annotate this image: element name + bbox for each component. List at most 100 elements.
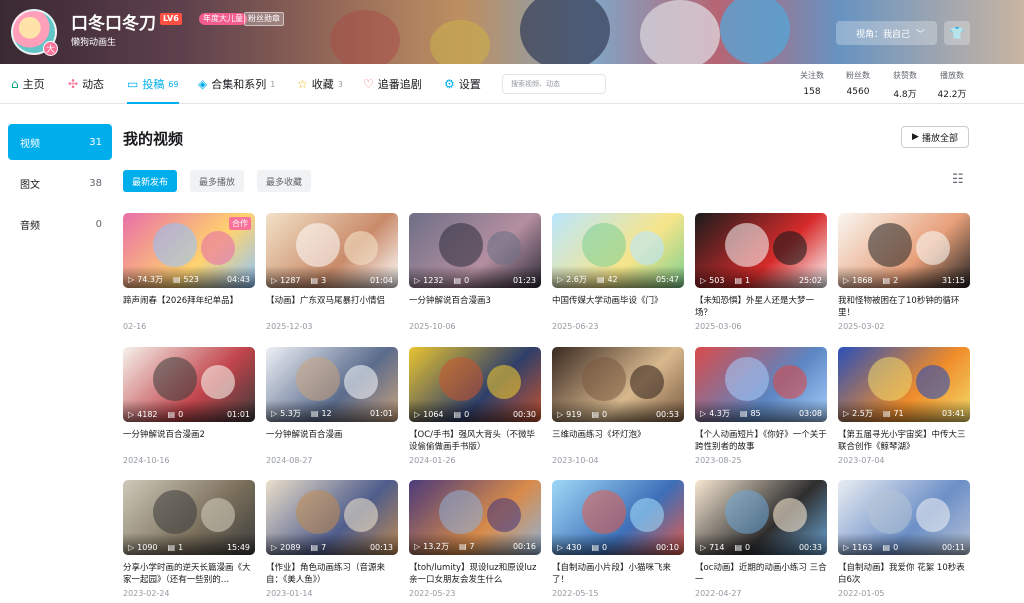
stat-value: 4.8万 xyxy=(893,90,917,100)
video-thumbnail[interactable]: ▷ 919 ▤ 0 00:53 xyxy=(552,347,684,422)
search-input[interactable]: 搜索视频、动态 xyxy=(502,74,606,94)
tab-label: 追番追剧 xyxy=(377,78,422,91)
video-card[interactable]: ▷ 1232 ▤ 0 01:23 一分钟解说百合漫画3 2025-10-06 xyxy=(409,213,541,331)
video-card[interactable]: ▷ 1163 ▤ 0 00:11 【自制动画】我爱你 花絮 10秒表白6次 2022-01-… xyxy=(838,480,970,598)
tab-dynamic[interactable]: ✣ 动态 xyxy=(68,64,104,104)
video-title[interactable]: 一分钟解说百合漫画 xyxy=(266,429,398,453)
play-all-button[interactable]: ▶ 播放全部 xyxy=(901,126,969,148)
video-title[interactable]: 【toh/lumity】现设luz和原设luz亲一口女朋友会发生什么 xyxy=(409,562,541,586)
video-card[interactable]: ▷ 714 ▤ 0 00:33 【oc动画】近期的动画小练习 三合一 2022-04-27 xyxy=(695,480,827,598)
comment-count-icon: ▤ xyxy=(734,543,742,552)
video-card[interactable]: ▷ 430 ▤ 0 00:10 【自制动画小片段】小猫咪飞来了！ 2022-05-15 xyxy=(552,480,684,598)
comment-count-icon: ▤ xyxy=(882,409,891,418)
sidebar-item-article[interactable]: 图文 38 xyxy=(8,165,112,201)
stat-following[interactable]: 关注数 158 xyxy=(792,70,832,97)
tab-bangumi[interactable]: ♡ 追番追剧 xyxy=(363,64,422,104)
video-thumbnail[interactable]: ▷ 1163 ▤ 0 00:11 xyxy=(838,480,970,555)
sidebar-item-video[interactable]: 视频 31 xyxy=(8,124,112,160)
video-title[interactable]: 【自制动画】我爱你 花絮 10秒表白6次 xyxy=(838,562,970,586)
play-count-icon: ▷ xyxy=(414,276,421,285)
video-card[interactable]: ▷ 919 ▤ 0 00:53 三维动画练习《坏灯泡》 2023-10-04 xyxy=(552,347,684,465)
video-thumbnail[interactable]: ▷ 2.6万 ▤ 42 05:47 xyxy=(552,213,684,288)
thumbnail-art xyxy=(296,490,340,534)
video-title[interactable]: 中国传媒大学动画毕设《门》 xyxy=(552,295,684,319)
thumbnail-art xyxy=(725,223,769,267)
video-thumbnail[interactable]: ▷ 1090 ▤ 1 15:49 xyxy=(123,480,255,555)
video-thumbnail[interactable]: ▷ 4182 ▤ 0 01:01 xyxy=(123,347,255,422)
video-card[interactable]: ▷ 1064 ▤ 0 00:30 【OC/手书】强风大背头（不微毕设偷偷做画手书版） 202… xyxy=(409,347,541,465)
video-thumbnail[interactable]: ▷ 13.2万 ▤ 7 00:16 xyxy=(409,480,541,555)
vip-badge[interactable]: 年度大儿童 xyxy=(199,13,247,25)
sidebar-item-audio[interactable]: 音频 0 xyxy=(8,206,112,242)
fans-medal-badge[interactable]: 粉丝勋章 xyxy=(244,12,284,26)
view-select[interactable]: 视角：我自己 ﹀ xyxy=(836,21,937,45)
thumbnail-art xyxy=(630,365,664,399)
video-date: 2022-05-23 xyxy=(409,589,456,598)
video-card[interactable]: ▷ 2.6万 ▤ 42 05:47 中国传媒大学动画毕设《门》 2025-06-23 xyxy=(552,213,684,331)
video-duration: 25:02 xyxy=(798,276,822,285)
video-card[interactable]: ▷ 1287 ▤ 3 01:04 【动画】广东双马尾暴打小情侣 2025-12-03 xyxy=(266,213,398,331)
video-card[interactable]: ▷ 503 ▤ 1 25:02 【未知恐惧】外星人还是大梦一场？ 2025-03-06 xyxy=(695,213,827,331)
video-title[interactable]: 【oc动画】近期的动画小练习 三合一 xyxy=(695,562,827,586)
video-card[interactable]: ▷ 1868 ▤ 2 31:15 我和怪物被困在了10秒钟的循环里！ 2025-03-02 xyxy=(838,213,970,331)
sort-most-favorited-button[interactable]: 最多收藏 xyxy=(257,170,312,192)
video-card[interactable]: ▷ 4.3万 ▤ 85 03:08 【个人动画短片】《你好》一个关于跨性别者的故事 2023… xyxy=(695,347,827,465)
sort-most-played-button[interactable]: 最多播放 xyxy=(190,170,245,192)
video-thumbnail[interactable]: ▷ 2.5万 ▤ 71 03:41 xyxy=(838,347,970,422)
video-thumbnail[interactable]: ▷ 1868 ▤ 2 31:15 xyxy=(838,213,970,288)
comment-count: 0 xyxy=(464,276,470,285)
video-card[interactable]: ▷ 13.2万 ▤ 7 00:16 【toh/lumity】现设luz和原设luz亲一口女… xyxy=(409,480,541,598)
video-thumbnail[interactable]: ▷ 1064 ▤ 0 00:30 xyxy=(409,347,541,422)
video-card[interactable]: ▷ 5.3万 ▤ 12 01:01 一分钟解说百合漫画 2024-08-27 xyxy=(266,347,398,465)
play-count-icon: ▷ xyxy=(128,543,135,552)
play-count: 919 xyxy=(566,410,582,419)
video-card[interactable]: ▷ 4182 ▤ 0 01:01 一分钟解说百合漫画2 2024-10-16 xyxy=(123,347,255,465)
tab-favorites[interactable]: ☆ 收藏 3 xyxy=(297,64,343,104)
sort-latest-button[interactable]: 最新发布 xyxy=(123,170,178,192)
video-title[interactable]: 【自制动画小片段】小猫咪飞来了！ xyxy=(552,562,684,586)
comment-count: 0 xyxy=(602,410,608,419)
thumbnail-art xyxy=(153,223,197,267)
video-thumbnail[interactable]: ▷ 4.3万 ▤ 85 03:08 xyxy=(695,347,827,422)
comment-count: 0 xyxy=(893,543,899,552)
video-thumbnail[interactable]: 合作 ▷ 74.3万 ▤ 523 04:43 xyxy=(123,213,255,288)
dress-up-icon[interactable]: 👕 xyxy=(944,21,970,45)
tab-settings[interactable]: ⚙ 设置 xyxy=(444,64,481,104)
tab-uploads[interactable]: ▭ 投稿 69 xyxy=(127,64,179,104)
stat-label: 关注数 xyxy=(800,71,824,80)
video-thumbnail[interactable]: ▷ 714 ▤ 0 00:33 xyxy=(695,480,827,555)
thumbnail-art xyxy=(439,357,483,401)
video-thumbnail[interactable]: ▷ 1232 ▤ 0 01:23 xyxy=(409,213,541,288)
play-count: 2.6万 xyxy=(566,275,587,284)
video-thumbnail[interactable]: ▷ 2089 ▤ 7 00:13 xyxy=(266,480,398,555)
video-title[interactable]: 蹄声闹春【2026拜年纪单品】 xyxy=(123,295,255,319)
video-title[interactable]: 【动画】广东双马尾暴打小情侣 xyxy=(266,295,398,319)
tab-collections[interactable]: ◈ 合集和系列 1 xyxy=(198,64,275,104)
video-card[interactable]: 合作 ▷ 74.3万 ▤ 523 04:43 蹄声闹春【2026拜年纪单品】 02-16 xyxy=(123,213,255,331)
video-title[interactable]: 一分钟解说百合漫画3 xyxy=(409,295,541,319)
video-title[interactable]: 我和怪物被困在了10秒钟的循环里！ xyxy=(838,295,970,319)
video-thumbnail[interactable]: ▷ 5.3万 ▤ 12 01:01 xyxy=(266,347,398,422)
avatar[interactable]: 大 xyxy=(11,9,58,56)
video-title[interactable]: 【OC/手书】强风大背头（不微毕设偷偷做画手书版） xyxy=(409,429,541,453)
video-thumbnail[interactable]: ▷ 1287 ▤ 3 01:04 xyxy=(266,213,398,288)
video-title[interactable]: 【作业】角色动画练习（音源来自：《美人鱼》） xyxy=(266,562,398,586)
video-title[interactable]: 三维动画练习《坏灯泡》 xyxy=(552,429,684,453)
tab-home[interactable]: ⌂ 主页 xyxy=(11,64,45,104)
video-title[interactable]: 分享小学时画的逆天长篇漫画《大家一起园》（还有一些别的… xyxy=(123,562,255,586)
video-thumbnail[interactable]: ▷ 503 ▤ 1 25:02 xyxy=(695,213,827,288)
thumbnail-art xyxy=(725,490,769,534)
list-view-icon[interactable]: ☷ xyxy=(952,172,964,187)
video-card[interactable]: ▷ 2.5万 ▤ 71 03:41 【第五届寻光小宇宙奖】中传大三联合创作《鲸琴湖》 202… xyxy=(838,347,970,465)
video-title[interactable]: 【未知恐惧】外星人还是大梦一场？ xyxy=(695,295,827,319)
play-count-icon: ▷ xyxy=(414,542,421,551)
video-card[interactable]: ▷ 2089 ▤ 7 00:13 【作业】角色动画练习（音源来自：《美人鱼》） 2023-0… xyxy=(266,480,398,598)
thumbnail-art xyxy=(201,365,235,399)
video-title[interactable]: 【个人动画短片】《你好》一个关于跨性别者的故事 xyxy=(695,429,827,453)
video-title[interactable]: 【第五届寻光小宇宙奖】中传大三联合创作《鲸琴湖》 xyxy=(838,429,970,453)
stat-followers[interactable]: 粉丝数 4560 xyxy=(838,70,878,97)
play-count-icon: ▷ xyxy=(271,543,278,552)
video-title[interactable]: 一分钟解说百合漫画2 xyxy=(123,429,255,453)
video-card[interactable]: ▷ 1090 ▤ 1 15:49 分享小学时画的逆天长篇漫画《大家一起园》（还有一些别的…… xyxy=(123,480,255,598)
video-thumbnail[interactable]: ▷ 430 ▤ 0 00:10 xyxy=(552,480,684,555)
